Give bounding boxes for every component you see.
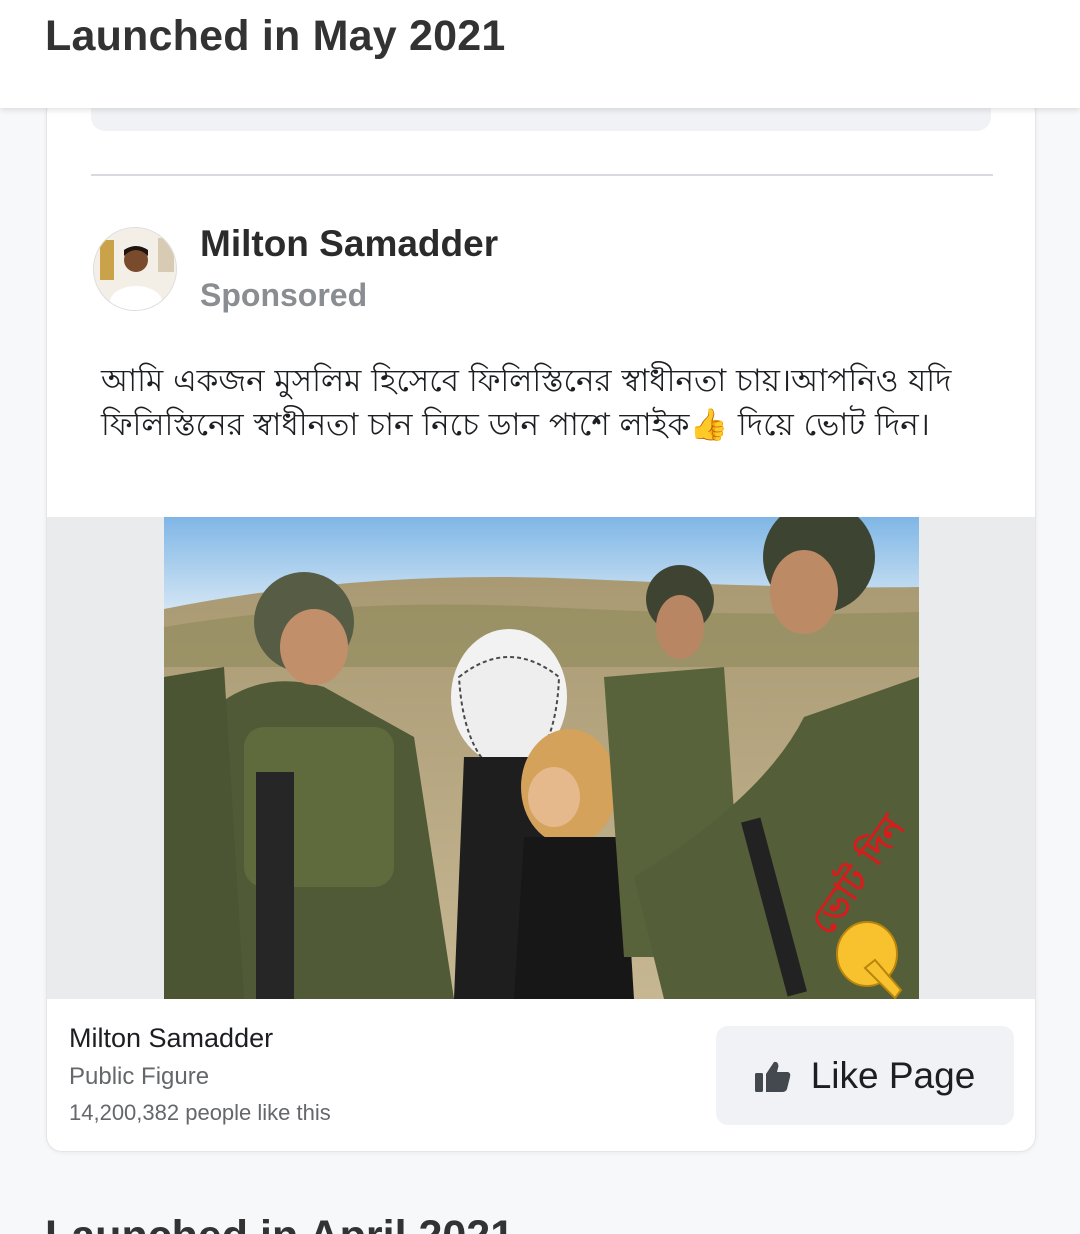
ad-body-text: আমি একজন মুসলিম হিসেবে ফিলিস্তিনের স্বাধ… (101, 363, 952, 443)
avatar-photo (94, 228, 176, 310)
thumbs-up-icon (754, 1061, 790, 1092)
avatar[interactable] (93, 227, 177, 311)
sponsored-label: Sponsored (200, 277, 368, 313)
ad-card: Milton Samadder Sponsored আমি একজন মুসলি… (46, 96, 1036, 1152)
like-page-button[interactable]: Like Page (716, 1026, 1014, 1125)
section-header: Launched in May 2021 (0, 0, 1080, 108)
page-category: Public Figure (69, 1063, 210, 1090)
ad-media-area: ভোট দিন (47, 517, 1035, 999)
like-page-label: Like Page (810, 1054, 976, 1096)
ad-photo[interactable]: ভোট দিন (164, 517, 919, 999)
next-section-title: Launched in April 2021 (45, 1212, 514, 1234)
ad-library-page: Launched in May 2021 Milton Samadder Spo… (0, 0, 1080, 1234)
ad-author-name[interactable]: Milton Samadder (200, 223, 498, 265)
photo-illustration: ভোট দিন (164, 517, 919, 999)
divider (91, 174, 993, 176)
page-name[interactable]: Milton Samadder (69, 1023, 273, 1054)
page-likes-count: 14,200,382 people like this (69, 1100, 331, 1125)
section-title: Launched in May 2021 (45, 12, 506, 60)
